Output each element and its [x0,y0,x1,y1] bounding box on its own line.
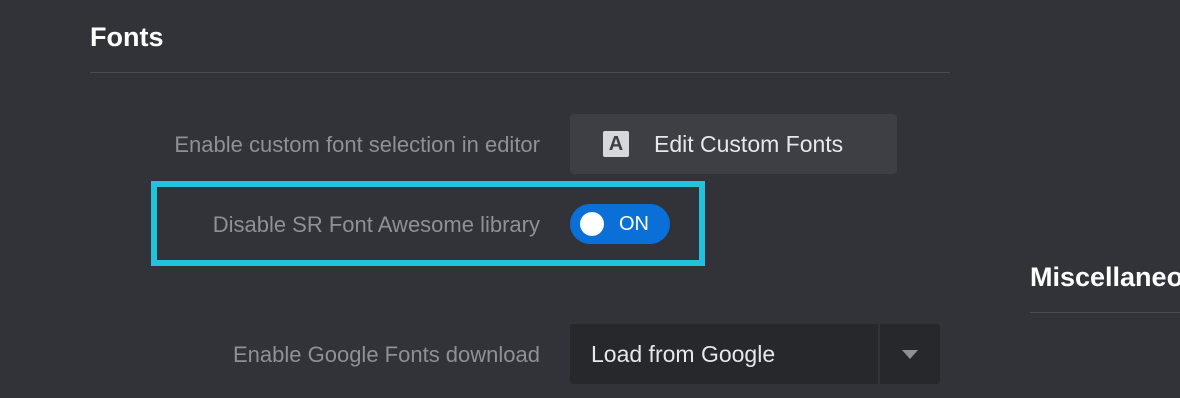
google-fonts-label: Enable Google Fonts download [233,342,540,367]
select-divider [878,324,880,384]
miscellaneous-section-title: Miscellaneous [1030,262,1180,292]
font-awesome-toggle[interactable]: ON [570,204,670,244]
custom-font-selection-label: Enable custom font selection in editor [174,132,540,157]
miscellaneous-section-divider [1030,312,1180,313]
toggle-state-label: ON [619,213,649,235]
fonts-section-divider [90,72,950,73]
edit-custom-fonts-button[interactable]: A Edit Custom Fonts [570,114,897,174]
google-fonts-select[interactable]: Load from Google [570,324,940,384]
chevron-down-icon[interactable] [902,350,918,359]
fonts-section-title: Fonts [90,22,164,52]
toggle-knob [580,212,604,236]
font-awesome-label: Disable SR Font Awesome library [212,212,540,237]
font-letter-a-icon: A [603,131,629,157]
edit-custom-fonts-label: Edit Custom Fonts [654,131,844,157]
google-fonts-select-value: Load from Google [591,341,776,367]
